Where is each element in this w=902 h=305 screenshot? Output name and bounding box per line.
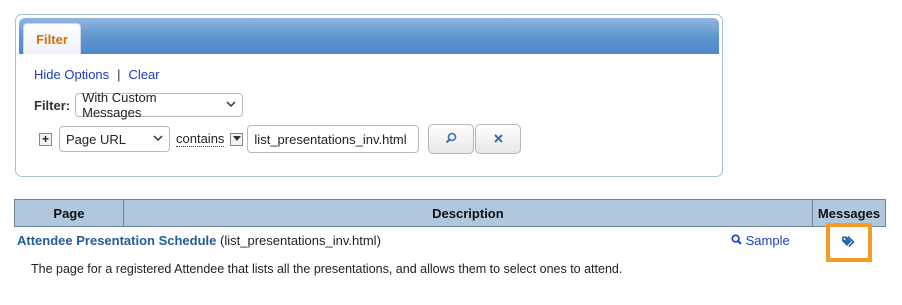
field-select-value: Page URL <box>66 131 126 147</box>
separator: | <box>117 67 121 82</box>
criteria-value-input[interactable]: list_presentations_inv.html <box>247 125 420 153</box>
filter-select-value: With Custom Messages <box>82 90 157 120</box>
messages-button[interactable] <box>826 223 872 262</box>
chevron-down-icon <box>226 100 236 111</box>
clear-link[interactable]: Clear <box>129 67 160 82</box>
page-file: (list_presentations_inv.html) <box>220 233 381 248</box>
operator-dropdown-icon[interactable] <box>230 132 244 146</box>
sample-link[interactable]: Sample <box>731 233 790 248</box>
filter-label: Filter: <box>34 97 71 113</box>
sample-label: Sample <box>745 233 790 248</box>
chevron-down-icon <box>153 134 163 145</box>
field-select[interactable]: Page URL <box>59 126 170 152</box>
filter-select[interactable]: With Custom Messages <box>75 90 244 120</box>
filter-panel: Filter Hide Options | Clear Filter: With… <box>15 14 723 177</box>
filter-options-links: Hide Options | Clear <box>34 67 160 82</box>
column-header-description: Description <box>122 199 813 227</box>
search-icon <box>445 132 457 147</box>
page-title-link[interactable]: Attendee Presentation Schedule <box>17 233 216 248</box>
row-description: The page for a registered Attendee that … <box>31 262 623 276</box>
tab-filter[interactable]: Filter <box>23 23 81 54</box>
hide-options-link[interactable]: Hide Options <box>34 67 109 82</box>
column-header-page: Page <box>14 199 124 227</box>
search-button[interactable] <box>428 124 475 154</box>
filter-row: Filter: With Custom Messages <box>34 90 244 120</box>
search-icon <box>731 233 746 248</box>
tags-icon <box>841 235 857 251</box>
operator-label[interactable]: contains <box>176 131 225 147</box>
criteria-row: + Page URL contains list_presentations_i… <box>39 124 522 154</box>
plus-icon[interactable]: + <box>39 132 52 146</box>
close-icon <box>494 132 503 146</box>
clear-criteria-button[interactable] <box>475 124 522 154</box>
table-row: Attendee Presentation Schedule (list_pre… <box>17 233 381 248</box>
filter-tab-strip: Filter <box>19 18 719 54</box>
results-table: Page Description Messages <box>14 199 887 227</box>
table-header-row: Page Description Messages <box>14 199 887 227</box>
